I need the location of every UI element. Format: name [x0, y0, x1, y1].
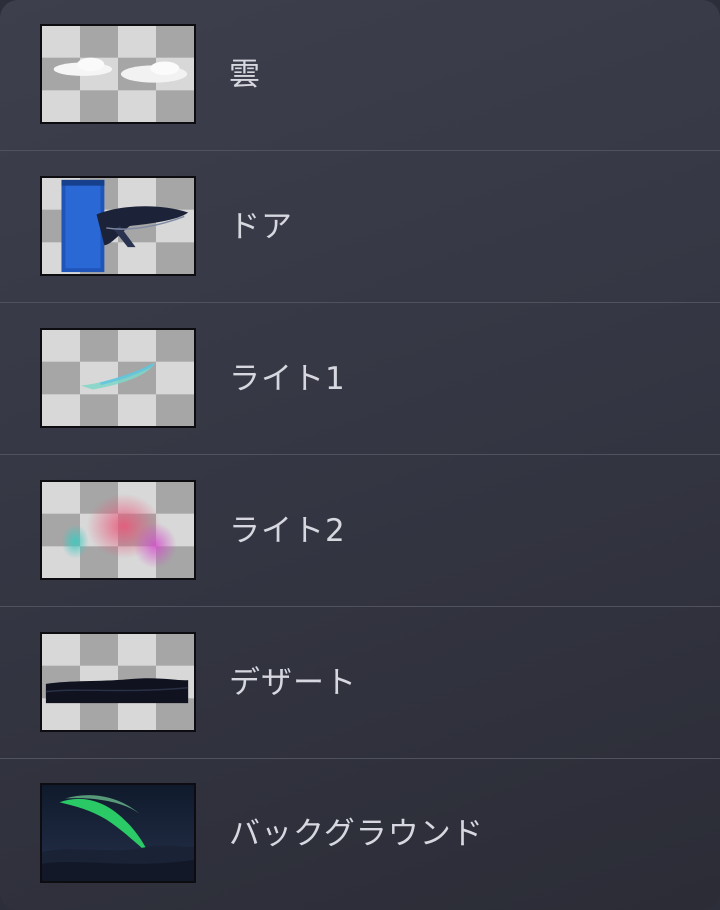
row-divider: [0, 454, 720, 455]
layer-name: ライト2: [229, 513, 346, 549]
layers-panel: 雲 ドア ライト1 ライト2 デザート バックグラウンド: [0, 0, 720, 910]
layer-thumbnail-background: [40, 783, 196, 883]
layer-thumbnail-light2: [40, 480, 196, 580]
layer-thumbnail-light1: [40, 328, 196, 428]
layer-name: デザート: [229, 665, 357, 701]
layer-row-door[interactable]: ドア: [0, 152, 720, 303]
row-divider: [0, 150, 720, 151]
layer-thumbnail-desert: [40, 632, 196, 732]
layer-row-clouds[interactable]: 雲: [0, 0, 720, 151]
row-divider: [0, 606, 720, 607]
layer-name: バックグラウンド: [229, 816, 484, 852]
layer-name: ドア: [229, 209, 293, 245]
row-divider: [0, 302, 720, 303]
layer-row-background[interactable]: バックグラウンド: [0, 759, 720, 910]
layer-thumbnail-clouds: [40, 24, 196, 124]
layer-thumbnail-door: [40, 176, 196, 276]
layer-name: ライト1: [229, 361, 346, 397]
layer-name: 雲: [229, 57, 261, 93]
layer-row-light1[interactable]: ライト1: [0, 304, 720, 455]
layer-row-light2[interactable]: ライト2: [0, 456, 720, 607]
layer-row-desert[interactable]: デザート: [0, 608, 720, 759]
